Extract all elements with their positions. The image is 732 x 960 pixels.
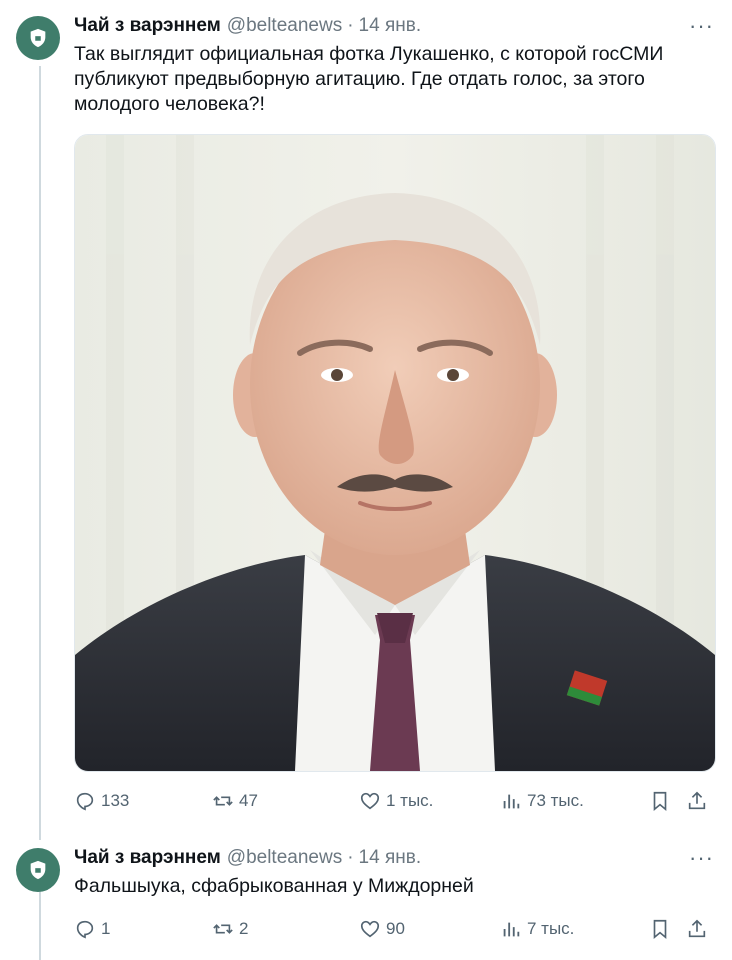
bookmark-icon [653, 919, 667, 940]
views-icon [503, 794, 520, 809]
tweet-photo[interactable] [74, 134, 716, 772]
retweet-button[interactable]: 47 [212, 790, 258, 812]
reply-button[interactable]: 133 [74, 790, 129, 812]
separator-dot: · [347, 15, 354, 36]
more-icon[interactable]: ··· [689, 15, 714, 37]
more-icon[interactable]: ··· [689, 847, 714, 869]
reply-button[interactable]: 1 [74, 918, 110, 940]
portrait-photo [75, 135, 715, 771]
share-button[interactable] [686, 790, 708, 812]
tweet-actions: 133 47 1 тыс. 73 тыс. [74, 790, 714, 816]
like-count: 1 тыс. [386, 791, 434, 810]
shield-icon [30, 860, 46, 880]
tweet-header: Чай з варэннем @belteanews · 14 янв. [74, 14, 421, 38]
reply-icon [76, 792, 94, 811]
like-icon [360, 792, 380, 810]
tweet-header: Чай з варэннем @belteanews · 14 янв. [74, 846, 421, 870]
reply-icon [76, 920, 94, 939]
like-button[interactable]: 90 [359, 918, 405, 940]
bookmark-button[interactable] [649, 790, 671, 812]
share-icon [688, 919, 706, 938]
share-icon [688, 791, 706, 810]
reply-count: 1 [101, 919, 111, 938]
thread-line [39, 890, 41, 960]
author-name[interactable]: Чай з варэннем [74, 14, 221, 38]
avatar[interactable] [16, 848, 60, 892]
separator-dot: · [347, 847, 354, 868]
author-handle[interactable]: @belteanews [227, 14, 342, 38]
retweet-count: 47 [239, 791, 258, 810]
like-count: 90 [386, 919, 405, 938]
shield-icon [30, 28, 46, 48]
tweet-text: Так выглядит официальная фотка Лукашенко… [74, 43, 664, 115]
tweet-1[interactable]: Чай з варэннем @belteanews · 14 янв. ···… [0, 0, 732, 840]
reply-count: 133 [101, 791, 130, 810]
views-button[interactable]: 73 тыс. [500, 790, 584, 812]
author-name[interactable]: Чай з варэннем [74, 846, 221, 870]
tweet-2[interactable]: Чай з варэннем @belteanews · 14 янв. ···… [0, 840, 732, 960]
thread-line [39, 66, 41, 840]
views-count: 7 тыс. [527, 919, 575, 938]
like-button[interactable]: 1 тыс. [359, 790, 433, 812]
tweet-date[interactable]: 14 янв. [359, 14, 422, 38]
tweet-date[interactable]: 14 янв. [359, 846, 422, 870]
tweet-text: Фальшыука, сфабрыкованная у Миждорней [74, 875, 474, 897]
retweet-button[interactable]: 2 [212, 918, 248, 940]
author-handle[interactable]: @belteanews [227, 846, 342, 870]
tweet-actions: 1 2 90 7 тыс. [74, 918, 714, 944]
retweet-count: 2 [239, 919, 249, 938]
share-button[interactable] [686, 918, 708, 940]
views-button[interactable]: 7 тыс. [500, 918, 574, 940]
bookmark-icon [653, 791, 667, 812]
avatar[interactable] [16, 16, 60, 60]
views-count: 73 тыс. [527, 791, 584, 810]
like-icon [360, 920, 380, 938]
bookmark-button[interactable] [649, 918, 671, 940]
retweet-icon [213, 796, 233, 806]
retweet-icon [213, 924, 233, 934]
views-icon [503, 922, 520, 937]
